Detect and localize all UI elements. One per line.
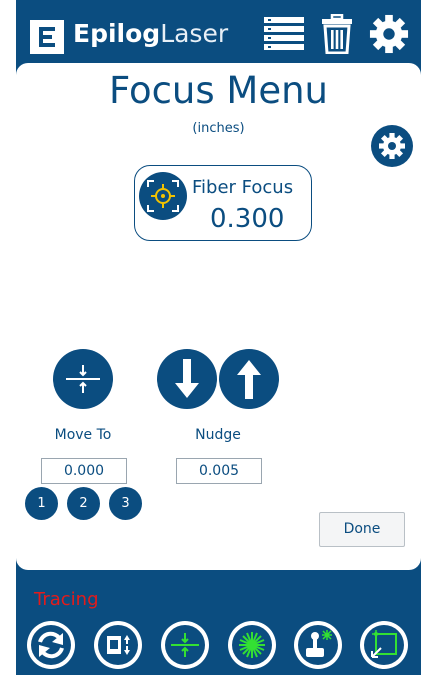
move-to-input[interactable]: 0.000 [41,458,127,484]
nudge-input[interactable]: 0.005 [176,458,262,484]
laser-icon[interactable] [228,621,276,669]
trash-icon[interactable] [320,14,354,54]
refresh-icon[interactable] [27,621,75,669]
preset-2-button[interactable]: 2 [67,487,100,520]
focus-menu-panel: Focus Menu (inches) Fiber Focus 0.300 Mo… [16,63,421,570]
nudge-up-button[interactable] [219,349,279,409]
fiber-focus-value: 0.300 [210,204,285,234]
focus-move-icon[interactable] [161,621,209,669]
job-list-icon[interactable] [262,14,306,54]
app-frame: EpilogLaser Focus Menu (inches) Fiber Fo… [16,0,421,675]
header-bar: EpilogLaser [16,0,421,62]
focus-settings-icon[interactable] [371,125,413,167]
logo-light: Laser [160,19,229,48]
nudge-label: Nudge [195,427,241,443]
brand-logo: EpilogLaser [73,19,228,48]
joystick-laser-icon[interactable] [294,621,342,669]
frame-trace-icon[interactable] [360,621,408,669]
nudge-down-button[interactable] [157,349,217,409]
fiber-focus-button[interactable]: Fiber Focus 0.300 [134,165,312,241]
preset-1-button[interactable]: 1 [25,487,58,520]
move-to-label: Move To [54,427,112,443]
units-label: (inches) [192,121,245,136]
fiber-focus-label: Fiber Focus [192,177,294,198]
move-to-button[interactable] [53,349,113,409]
page-title: Focus Menu [108,69,329,112]
status-text: Tracing [34,589,99,610]
focus-target-icon [139,172,187,220]
done-button[interactable]: Done [319,512,405,547]
epilog-logo-icon [30,20,64,54]
gear-icon[interactable] [368,14,410,54]
job-info-icon[interactable] [94,621,142,669]
preset-3-button[interactable]: 3 [109,487,142,520]
logo-bold: Epilog [73,19,161,48]
